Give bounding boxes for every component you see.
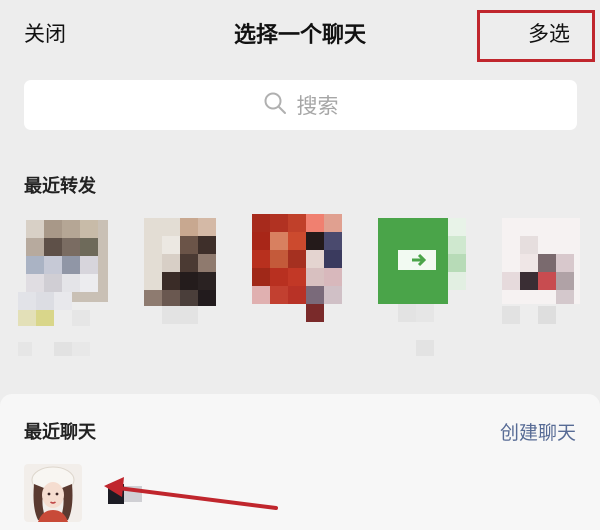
page-title: 选择一个聊天 (233, 23, 366, 48)
recent-forward-item[interactable] (252, 214, 342, 359)
recent-forward-item[interactable] (142, 214, 232, 359)
recent-forward-item[interactable] (378, 214, 468, 359)
recent-chats-heading: 最近聊天 (24, 422, 96, 443)
create-chat-button[interactable]: 创建聊天 (500, 418, 576, 445)
chat-list-item[interactable] (24, 464, 584, 530)
recent-forward-item[interactable] (500, 214, 590, 359)
blurred-avatar-5 (502, 218, 580, 324)
header-bar: 关闭 选择一个聊天 多选 (0, 0, 600, 66)
recent-chats-panel: 最近聊天 创建聊天 (0, 394, 600, 530)
search-bar[interactable]: 搜索 (24, 80, 577, 130)
search-placeholder: 搜索 (296, 94, 339, 118)
recent-forwards-list (18, 214, 600, 364)
blurred-avatar-3 (252, 214, 342, 322)
search-icon (263, 91, 287, 120)
blurred-avatar-4 (378, 218, 466, 356)
multi-select-button[interactable]: 多选 (528, 18, 570, 48)
blurred-avatar-1 (18, 220, 108, 356)
chat-name-redacted (108, 484, 142, 504)
blurred-avatar-2 (144, 218, 216, 324)
avatar (24, 464, 82, 522)
recent-forward-item[interactable] (18, 214, 108, 359)
recent-forwards-heading: 最近转发 (24, 176, 96, 197)
